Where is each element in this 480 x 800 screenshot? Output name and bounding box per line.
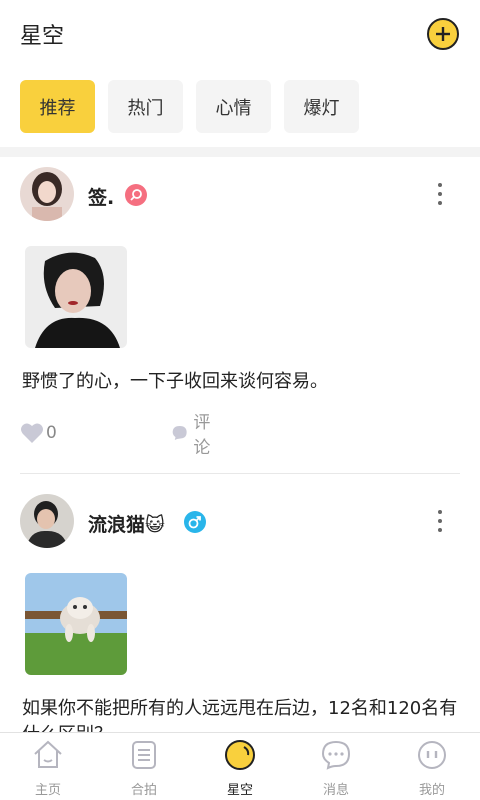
post-photo[interactable] xyxy=(25,573,127,675)
more-options-icon[interactable] xyxy=(434,183,446,209)
nav-label: 消息 xyxy=(322,783,349,798)
comment-bubble-icon xyxy=(172,426,187,440)
nav-starry[interactable]: 星空 xyxy=(192,733,288,800)
post-text: 如果你不能把所有的人远远甩在后边，12名和120名有什么区别？ xyxy=(22,698,458,732)
tab-spotlight[interactable]: 爆灯 xyxy=(284,80,359,133)
post-actions: 0 评论 xyxy=(20,413,210,458)
tab-mood[interactable]: 心情 xyxy=(196,80,271,133)
nav-messages[interactable]: 消息 xyxy=(288,733,384,800)
app-header: 星空 xyxy=(0,0,480,68)
home-icon xyxy=(34,740,62,768)
like-count: 0 xyxy=(46,423,57,443)
nav-profile[interactable]: 我的 xyxy=(384,733,480,800)
nav-label: 合拍 xyxy=(130,783,157,798)
post-divider xyxy=(20,473,460,474)
page-title: 星空 xyxy=(20,24,65,49)
post-card: 签. 野惯了的心，一下子收回来谈何容易。 0 评论 xyxy=(0,157,480,474)
bottom-nav: 主页 合拍 星空 消息 我的 xyxy=(0,732,480,800)
tab-hot[interactable]: 热门 xyxy=(108,80,183,133)
plus-circle-icon xyxy=(436,27,450,41)
chat-icon xyxy=(321,740,351,770)
male-icon xyxy=(184,511,206,533)
comment-label: 评论 xyxy=(193,413,211,458)
profile-icon xyxy=(418,741,446,769)
tab-recommend[interactable]: 推荐 xyxy=(20,80,95,133)
more-options-icon[interactable] xyxy=(434,510,446,536)
category-tabs: 推荐 热门 心情 爆灯 xyxy=(20,80,359,133)
section-separator xyxy=(0,147,480,157)
female-icon xyxy=(125,184,147,206)
nav-label: 我的 xyxy=(418,783,445,798)
list-icon xyxy=(132,741,156,769)
post-photo[interactable] xyxy=(25,246,127,348)
nav-home[interactable]: 主页 xyxy=(0,733,96,800)
add-post-button[interactable] xyxy=(427,18,459,50)
avatar[interactable] xyxy=(20,494,74,548)
nav-label: 星空 xyxy=(226,783,253,798)
post-card: 流浪猫😺 如果你不能把所有的人远远甩在后边，12名和120名有 xyxy=(0,484,480,732)
username[interactable]: 签. xyxy=(88,183,114,210)
planet-icon xyxy=(225,740,255,770)
post-text: 野惯了的心，一下子收回来谈何容易。 xyxy=(22,371,328,392)
heart-icon[interactable] xyxy=(20,422,44,444)
nav-label: 主页 xyxy=(34,783,61,798)
comment-button[interactable]: 评论 xyxy=(172,408,217,458)
avatar[interactable] xyxy=(20,167,74,221)
post-feed[interactable]: 签. 野惯了的心，一下子收回来谈何容易。 0 评论 流浪猫😺 如果你不能把所有的… xyxy=(0,157,480,732)
username[interactable]: 流浪猫😺 xyxy=(88,510,165,537)
nav-together[interactable]: 合拍 xyxy=(96,733,192,800)
